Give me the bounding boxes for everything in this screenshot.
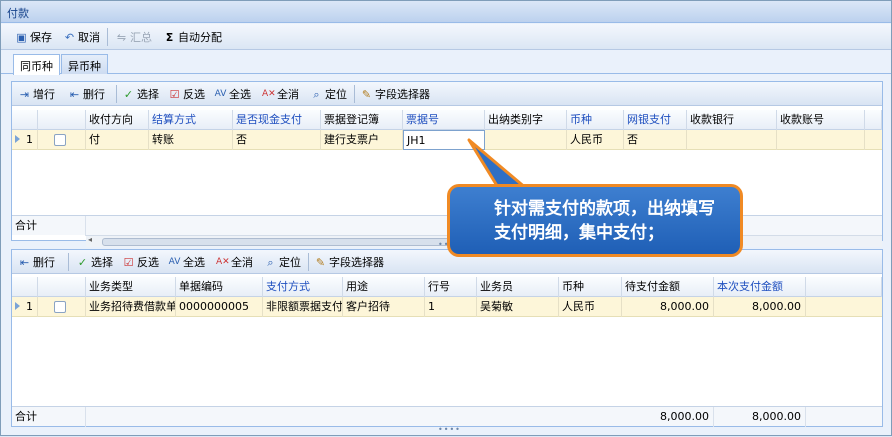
callout-annotation: 针对需支付的款项，出纳填写支付明细，集中支付； — [447, 184, 743, 257]
callout-text: 针对需支付的款项，出纳填写支付明细，集中支付； — [494, 199, 715, 243]
payment-window: 付款 ▣ 保存 ↶ 取消 ⇋ 汇总 Σ 自动分配 同币种 异币种 ⇥ 增行 ⇤ 删行 ✓ 选择… — [0, 0, 892, 436]
callout-arrow-shape — [467, 138, 529, 191]
